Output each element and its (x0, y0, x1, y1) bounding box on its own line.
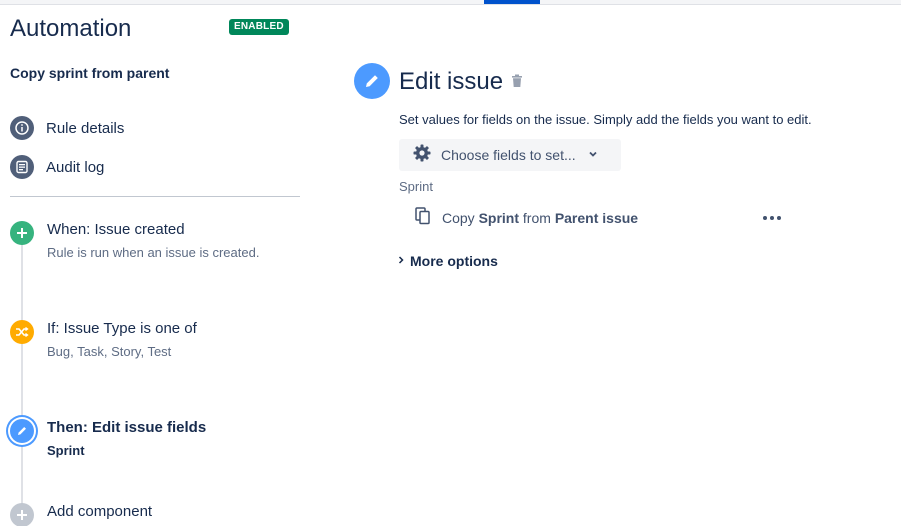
nav-audit-log-label: Audit log (46, 158, 105, 176)
component-editor: Edit issue Set values for fields on the … (354, 0, 894, 526)
nav-rule-details[interactable]: Rule details (10, 115, 124, 141)
nav-audit-log[interactable]: Audit log (10, 154, 104, 180)
plus-icon (10, 221, 34, 245)
trash-icon[interactable] (511, 74, 523, 93)
step-action[interactable]: Then: Edit issue fields Sprint (10, 419, 206, 459)
more-options-label: More options (410, 253, 498, 269)
field-label: Sprint (399, 179, 433, 194)
gear-icon (412, 143, 432, 168)
step-title: Then: Edit issue fields (47, 419, 207, 436)
step-subtitle: Sprint (47, 443, 85, 458)
pencil-icon (10, 419, 34, 443)
rule-name: Copy sprint from parent (10, 65, 170, 81)
component-title: Edit issue (399, 68, 504, 95)
step-subtitle: Rule is run when an issue is created. (47, 245, 260, 260)
chevron-down-icon (588, 146, 598, 164)
rule-sidebar: Automation ENABLED Copy sprint from pare… (0, 0, 310, 526)
step-title: When: Issue created (47, 221, 185, 238)
info-icon (10, 116, 34, 140)
copy-icon (415, 206, 431, 230)
copy-field-option[interactable]: Copy Sprint from Parent issue (415, 206, 639, 230)
chevron-right-icon (398, 252, 404, 270)
step-title: If: Issue Type is one of (47, 320, 197, 337)
add-component-button[interactable]: Add component (10, 503, 152, 526)
timeline-line (21, 240, 23, 520)
status-badge: ENABLED (229, 19, 289, 35)
nav-rule-details-label: Rule details (46, 119, 125, 137)
component-description: Set values for fields on the issue. Simp… (399, 112, 812, 127)
step-trigger[interactable]: When: Issue created Rule is run when an … (10, 221, 259, 261)
choose-fields-label: Choose fields to set... (441, 147, 576, 163)
copy-field-text: Copy Sprint from Parent issue (442, 210, 639, 226)
shuffle-icon (10, 320, 34, 344)
more-options-toggle[interactable]: More options (398, 252, 498, 270)
choose-fields-dropdown[interactable]: Choose fields to set... (399, 139, 621, 171)
plus-icon (10, 503, 34, 526)
add-component-label: Add component (47, 503, 153, 520)
step-condition[interactable]: If: Issue Type is one of Bug, Task, Stor… (10, 320, 197, 360)
step-subtitle: Bug, Task, Story, Test (47, 344, 172, 359)
audit-log-icon (10, 155, 34, 179)
divider (10, 196, 300, 197)
page-title: Automation (10, 15, 132, 42)
pencil-icon (354, 63, 390, 99)
more-actions-icon[interactable] (759, 208, 785, 228)
